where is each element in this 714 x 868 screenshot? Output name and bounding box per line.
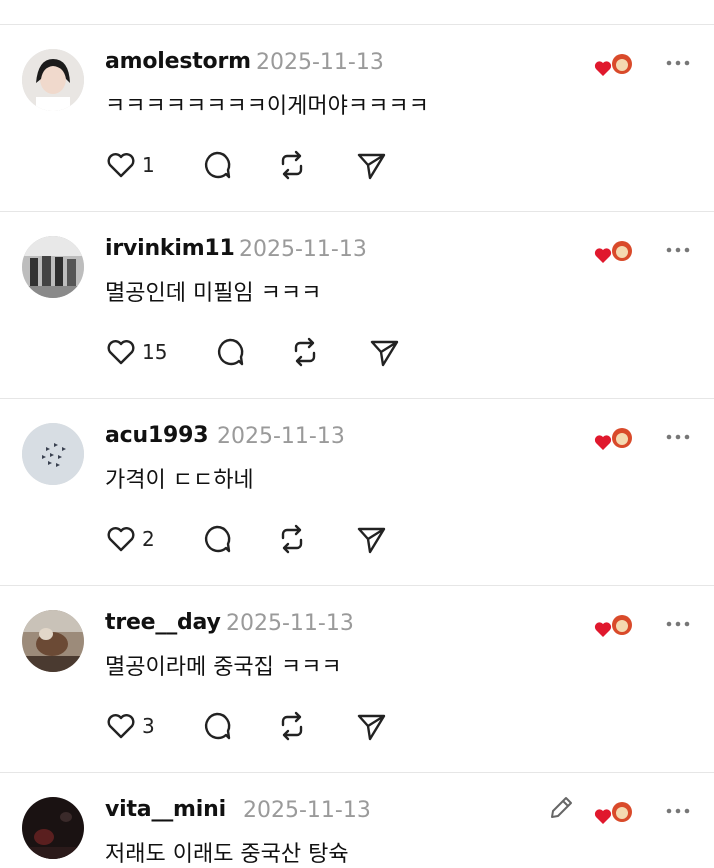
reply-button[interactable] (213, 334, 247, 370)
like-count: 15 (142, 340, 168, 364)
comment-item: irvinkim11 2025-11-13 멸공인데 미필임 ㅋㅋㅋ 15 (0, 212, 714, 399)
like-button[interactable]: 3 (104, 708, 155, 744)
avatar[interactable] (22, 423, 84, 485)
share-button[interactable] (354, 147, 388, 183)
comment-item: amolestorm 2025-11-13 ㅋㅋㅋㅋㅋㅋㅋㅋ이게머야ㅋㅋㅋㅋ 1 (0, 25, 714, 212)
comment-text: 가격이 ㄷㄷ하네 (105, 468, 254, 493)
author-liked-icon (594, 802, 632, 824)
repost-icon (294, 337, 316, 367)
username[interactable]: tree__day (105, 610, 221, 635)
repost-button[interactable] (288, 334, 322, 370)
author-liked-icon (594, 241, 632, 263)
comment-date: 2025-11-13 (217, 424, 345, 449)
like-button[interactable]: 1 (104, 147, 155, 183)
edit-pencil-icon[interactable] (546, 793, 576, 823)
comment-bubble-icon (204, 525, 231, 553)
comment-date: 2025-11-13 (256, 50, 384, 75)
comment-date: 2025-11-13 (243, 798, 371, 823)
avatar[interactable] (22, 610, 84, 672)
repost-icon (281, 711, 303, 741)
comment-date: 2025-11-13 (239, 237, 367, 262)
repost-icon (281, 150, 303, 180)
comment-bubble-icon (204, 712, 231, 740)
more-options-icon[interactable] (664, 614, 692, 634)
author-liked-icon (594, 54, 632, 76)
send-icon (357, 527, 386, 554)
share-button[interactable] (354, 708, 388, 744)
share-button[interactable] (354, 521, 388, 557)
send-icon (357, 153, 386, 180)
like-count: 2 (142, 527, 155, 551)
heart-icon (107, 527, 135, 552)
comment-bubble-icon (204, 151, 231, 179)
comment-bubble-icon (217, 338, 244, 366)
heart-icon (107, 340, 135, 365)
avatar[interactable] (22, 236, 84, 298)
comment-text: 저래도 이래도 중국산 탕슉 (105, 842, 349, 867)
more-options-icon[interactable] (664, 801, 692, 821)
share-button[interactable] (367, 334, 401, 370)
like-button[interactable]: 15 (104, 334, 167, 370)
repost-button[interactable] (275, 708, 309, 744)
comment-text: ㅋㅋㅋㅋㅋㅋㅋㅋ이게머야ㅋㅋㅋㅋ (105, 94, 429, 119)
avatar[interactable] (22, 797, 84, 859)
like-button[interactable]: 2 (104, 521, 155, 557)
more-options-icon[interactable] (664, 427, 692, 447)
more-options-icon[interactable] (664, 53, 692, 73)
like-count: 1 (142, 153, 155, 177)
avatar[interactable] (22, 49, 84, 111)
more-options-icon[interactable] (664, 240, 692, 260)
comment-text: 멸공인데 미필임 ㅋㅋㅋ (105, 281, 322, 306)
repost-button[interactable] (275, 147, 309, 183)
author-liked-icon (594, 428, 632, 450)
username[interactable]: acu1993 (105, 423, 209, 448)
send-icon (357, 714, 386, 741)
repost-button[interactable] (275, 521, 309, 557)
username[interactable]: amolestorm (105, 49, 251, 74)
like-count: 3 (142, 714, 155, 738)
author-liked-icon (594, 615, 632, 637)
reply-button[interactable] (200, 147, 234, 183)
comment-date: 2025-11-13 (226, 611, 354, 636)
username[interactable]: vita__mini (105, 797, 226, 822)
username[interactable]: irvinkim11 (105, 236, 235, 261)
reply-button[interactable] (200, 708, 234, 744)
repost-icon (281, 524, 303, 554)
comment-item: vita__mini 2025-11-13 저래도 이래도 중국산 탕슉 (0, 773, 714, 868)
reply-button[interactable] (200, 521, 234, 557)
heart-icon (107, 153, 135, 178)
send-icon (370, 340, 399, 367)
comment-item: tree__day 2025-11-13 멸공이라메 중국집 ㅋㅋㅋ 3 (0, 586, 714, 773)
heart-icon (107, 714, 135, 739)
comment-item: acu1993 2025-11-13 가격이 ㄷㄷ하네 2 (0, 399, 714, 586)
comment-text: 멸공이라메 중국집 ㅋㅋㅋ (105, 655, 342, 680)
